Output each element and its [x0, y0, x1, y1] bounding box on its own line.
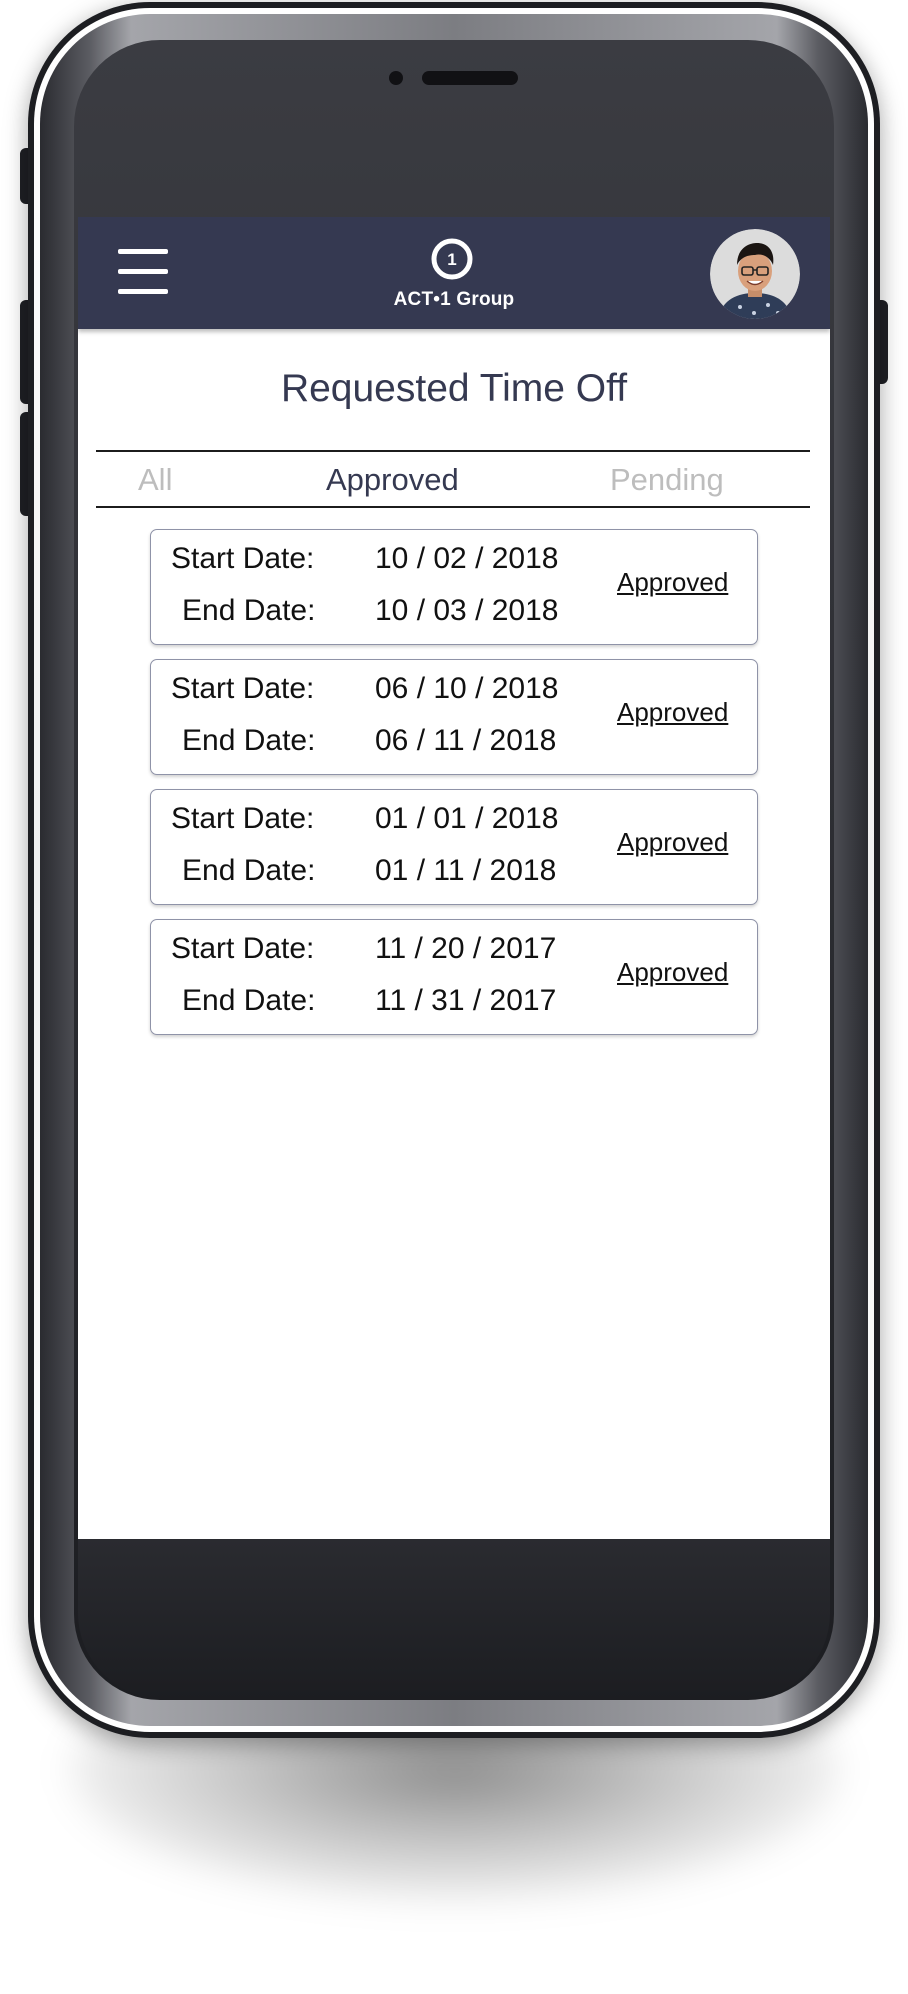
tab-approved[interactable]: Approved: [326, 462, 459, 498]
act1-logo-icon: 1: [431, 238, 473, 280]
status-link[interactable]: Approved: [617, 567, 728, 598]
mockup-stage: 1 ACT•1 Group Requested Time Off All App…: [0, 0, 908, 1994]
time-off-request-card[interactable]: Start Date: 01 / 01 / 2018 End Date: 01 …: [150, 789, 758, 905]
start-date-value: 11 / 20 / 2017: [375, 932, 557, 965]
phone-bottom-bezel: [78, 1539, 830, 1699]
status-filter-tabs: All Approved Pending: [96, 450, 810, 508]
time-off-request-card[interactable]: Start Date: 11 / 20 / 2017 End Date: 11 …: [150, 919, 758, 1035]
app-screen: 1 ACT•1 Group Requested Time Off All App…: [78, 217, 830, 1539]
end-date-label: End Date:: [182, 594, 316, 627]
app-header: 1 ACT•1 Group: [78, 217, 830, 329]
end-date-label: End Date:: [182, 854, 316, 887]
hamburger-menu-icon[interactable]: [118, 249, 170, 295]
start-date-value: 10 / 02 / 2018: [375, 542, 559, 575]
start-date-label: Start Date:: [171, 542, 315, 575]
end-date-label: End Date:: [182, 724, 316, 757]
avatar-portrait-icon: [710, 229, 800, 319]
earpiece-speaker: [422, 71, 518, 85]
front-camera: [389, 71, 403, 85]
logo-number: 1: [447, 250, 456, 269]
start-date-value: 01 / 01 / 2018: [375, 802, 559, 835]
end-date-value: 06 / 11 / 2018: [375, 724, 557, 757]
status-link[interactable]: Approved: [617, 957, 728, 988]
tab-all[interactable]: All: [138, 462, 172, 498]
page-title: Requested Time Off: [280, 367, 628, 410]
start-date-value: 06 / 10 / 2018: [375, 672, 559, 705]
logo-text: ACT•1 Group: [393, 289, 515, 310]
start-date-label: Start Date:: [171, 802, 315, 835]
start-date-label: Start Date:: [171, 672, 315, 705]
time-off-request-card[interactable]: Start Date: 06 / 10 / 2018 End Date: 06 …: [150, 659, 758, 775]
end-date-value: 01 / 11 / 2018: [375, 854, 557, 887]
tab-pending[interactable]: Pending: [610, 462, 724, 498]
start-date-label: Start Date:: [171, 932, 315, 965]
end-date-value: 10 / 03 / 2018: [375, 594, 559, 627]
time-off-request-card[interactable]: Start Date: 10 / 02 / 2018 End Date: 10 …: [150, 529, 758, 645]
status-link[interactable]: Approved: [617, 827, 728, 858]
user-avatar[interactable]: [710, 229, 800, 319]
status-link[interactable]: Approved: [617, 697, 728, 728]
end-date-label: End Date:: [182, 984, 316, 1017]
brand-logo: 1 ACT•1 Group: [354, 237, 554, 313]
end-date-value: 11 / 31 / 2017: [375, 984, 557, 1017]
